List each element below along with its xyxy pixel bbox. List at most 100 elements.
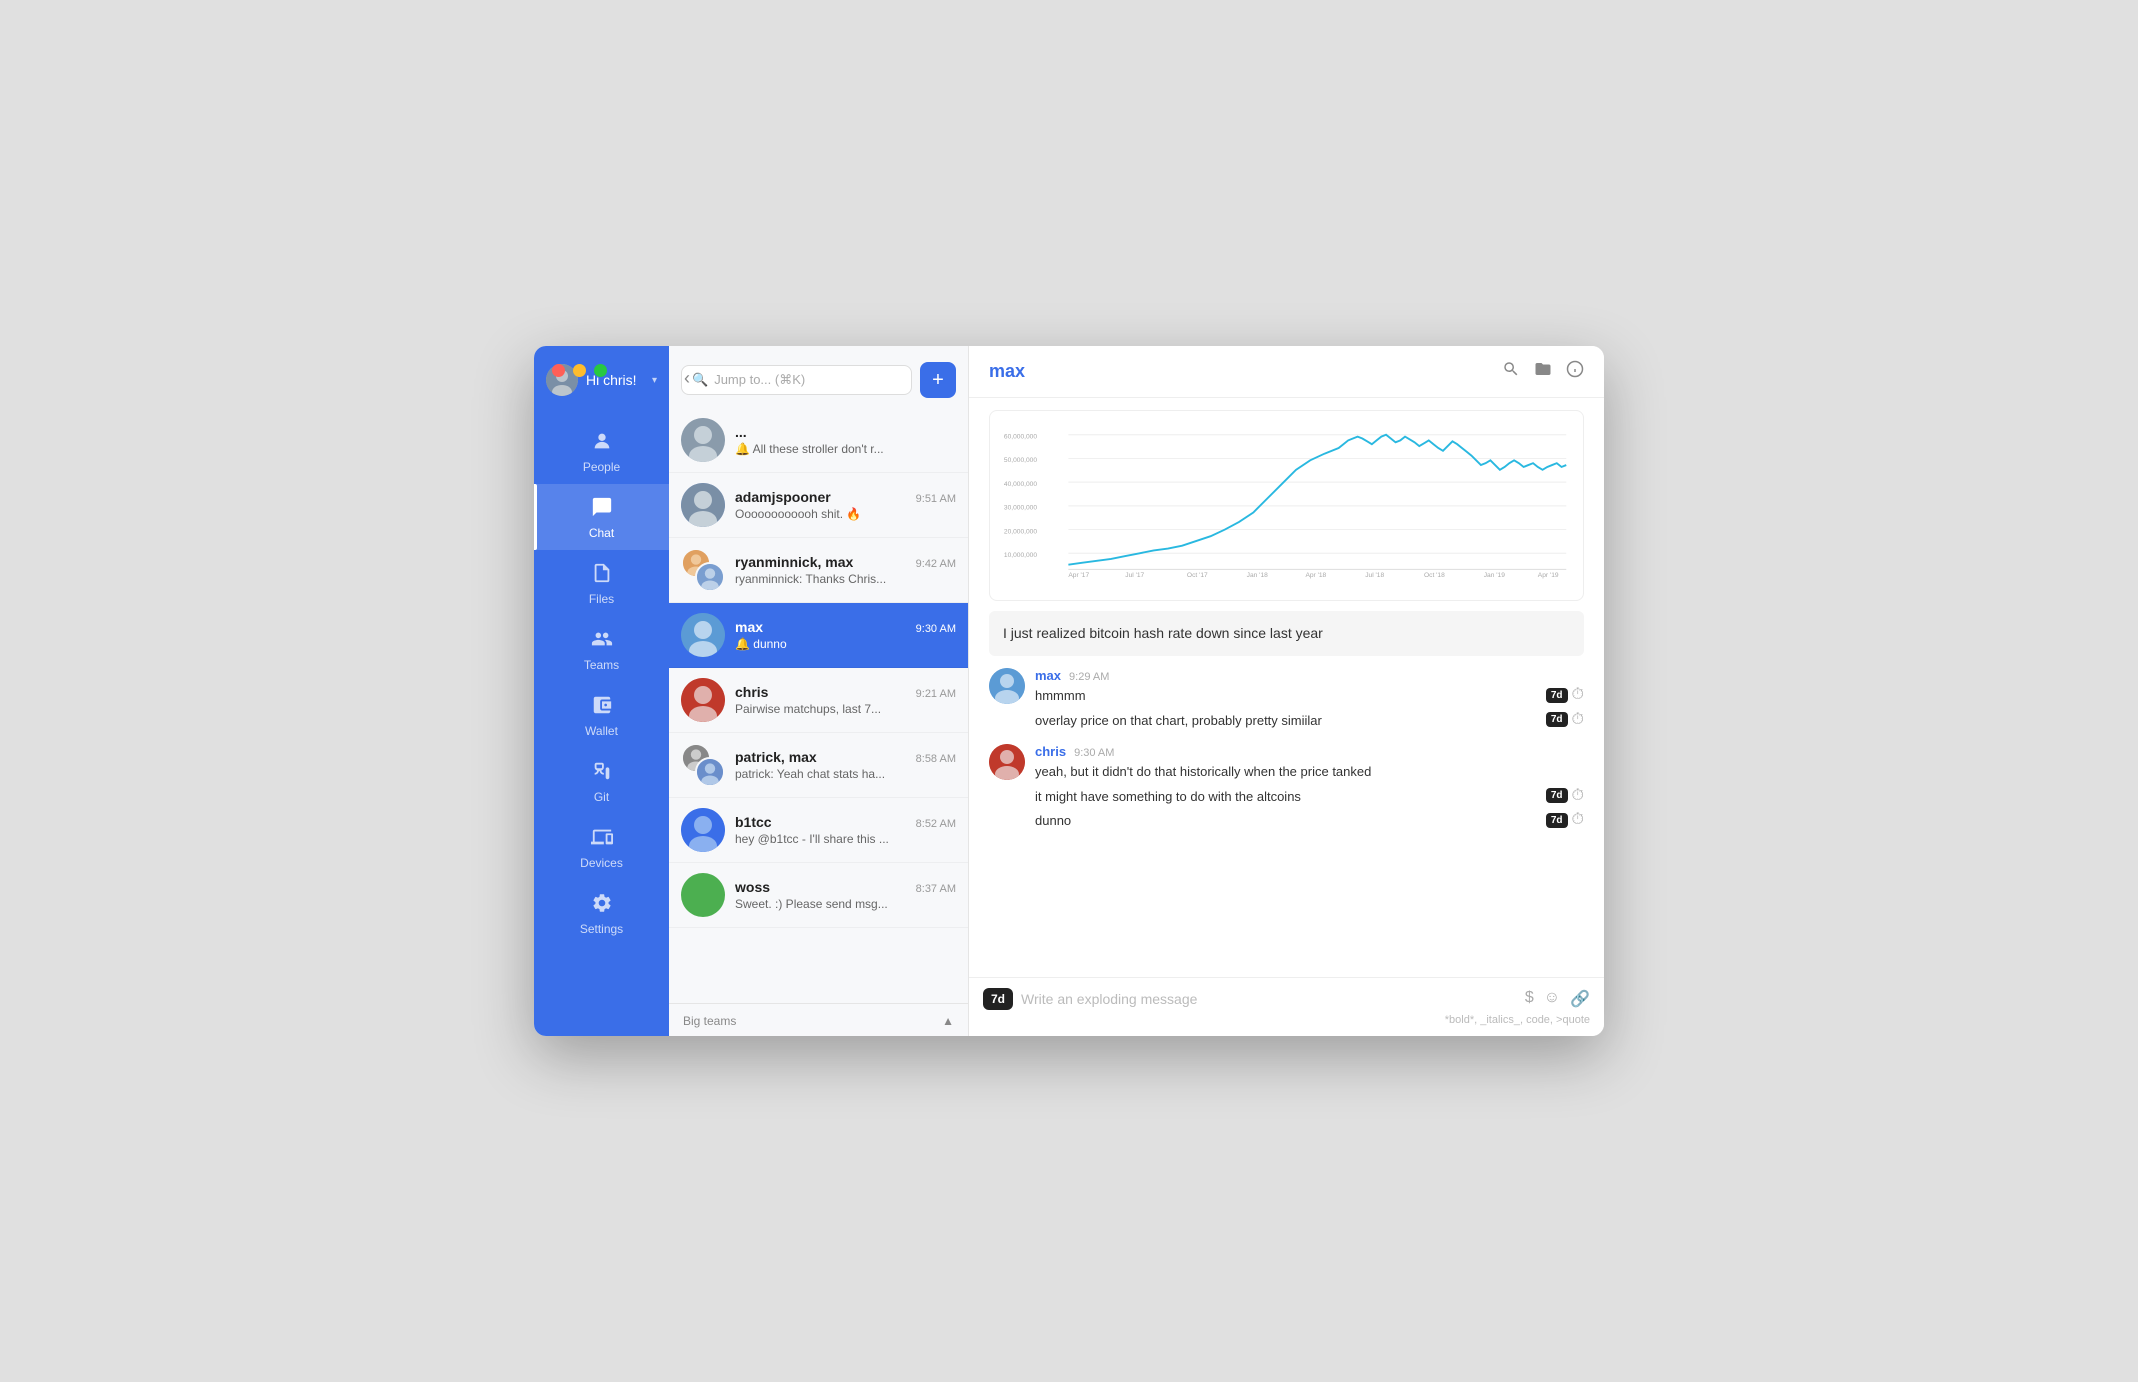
chat-time: 9:51 AM (916, 493, 956, 505)
chat-name: woss (735, 879, 770, 895)
chat-name: adamjspooner (735, 489, 831, 505)
svg-text:Jan '18: Jan '18 (1247, 572, 1268, 579)
search-icon[interactable] (1502, 360, 1520, 383)
big-teams-section[interactable]: Big teams ▲ (669, 1003, 968, 1036)
chat-avatar (681, 808, 725, 852)
chat-item-b1tcc[interactable]: b1tcc 8:52 AM hey @b1tcc - I'll share th… (669, 798, 968, 863)
msg-time: 9:30 AM (1074, 747, 1114, 759)
sidebar-item-files[interactable]: Files (534, 550, 669, 616)
chat-info: adamjspooner 9:51 AM Oooooooooooh shit. … (735, 489, 956, 521)
chat-info: b1tcc 8:52 AM hey @b1tcc - I'll share th… (735, 814, 956, 846)
msg-line: overlay price on that chart, probably pr… (1035, 708, 1584, 733)
msg-text: overlay price on that chart, probably pr… (1035, 711, 1322, 731)
chat-preview: hey @b1tcc - I'll share this ... (735, 832, 956, 846)
sidebar-item-teams[interactable]: Teams (534, 616, 669, 682)
sidebar-item-wallet[interactable]: Wallet (534, 682, 669, 748)
git-icon (591, 760, 613, 786)
msg-text: dunno (1035, 811, 1071, 831)
chat-item-adamjspooner[interactable]: adamjspooner 9:51 AM Oooooooooooh shit. … (669, 473, 968, 538)
chat-title: max (989, 361, 1025, 382)
timer-icon: ⏱ (1572, 811, 1584, 829)
chat-name: patrick, max (735, 749, 817, 765)
msg-line: it might have something to do with the a… (1035, 784, 1584, 809)
sidebar-item-settings[interactable]: Settings (534, 880, 669, 946)
msg-timer-badge: 7d (1546, 788, 1568, 803)
compose-icon: + (932, 370, 944, 390)
chat-name: b1tcc (735, 814, 772, 830)
msg-timer-badge: 7d (1546, 813, 1568, 828)
devices-icon (591, 826, 613, 852)
msg-timer-badge: 7d (1546, 688, 1568, 703)
chat-time: 9:42 AM (916, 558, 956, 570)
nav-items: People Chat Files (534, 410, 669, 1036)
settings-icon (591, 892, 613, 918)
msg-text: hmmmm (1035, 686, 1086, 706)
chat-list: ... 🔔 All these stroller don't r... adam… (669, 408, 968, 1003)
msg-content-chris: chris 9:30 AM yeah, but it didn't do tha… (1035, 744, 1584, 833)
timer-icon: ⏱ (1572, 787, 1584, 805)
chat-preview: 🔔 dunno (735, 637, 956, 651)
chat-name: chris (735, 684, 768, 700)
msg-actions: 7d ⏱ (1546, 787, 1584, 805)
svg-text:60,000,000: 60,000,000 (1004, 434, 1037, 441)
maximize-button[interactable] (594, 364, 607, 377)
message-input-area: 7d $ ☺ 🔗 *bold*, _italics_, code, >quote (969, 977, 1604, 1036)
back-button[interactable]: ‹ (684, 368, 690, 389)
msg-content-max: max 9:29 AM hmmmm 7d ⏱ overlay price on … (1035, 668, 1584, 732)
dollar-icon[interactable]: $ (1525, 989, 1534, 1009)
msg-timer-badge: 7d (1546, 712, 1568, 727)
chat-item-stroller[interactable]: ... 🔔 All these stroller don't r... (669, 408, 968, 473)
chat-item-chris[interactable]: chris 9:21 AM Pairwise matchups, last 7.… (669, 668, 968, 733)
chat-name: ... (735, 424, 747, 440)
chat-time: 8:58 AM (916, 753, 956, 765)
svg-text:50,000,000: 50,000,000 (1004, 457, 1037, 464)
chat-info: ryanminnick, max 9:42 AM ryanminnick: Th… (735, 554, 956, 586)
message-input[interactable] (1021, 991, 1517, 1007)
close-button[interactable] (552, 364, 565, 377)
chat-info: patrick, max 8:58 AM patrick: Yeah chat … (735, 749, 956, 781)
sidebar-item-people[interactable]: People (534, 418, 669, 484)
sidebar-user-header[interactable]: Hi chris! ▾ (534, 346, 669, 410)
svg-text:Jul '17: Jul '17 (1125, 572, 1144, 579)
chat-item-woss[interactable]: woss 8:37 AM Sweet. :) Please send msg..… (669, 863, 968, 928)
msg-time: 9:29 AM (1069, 671, 1109, 683)
chat-preview: Pairwise matchups, last 7... (735, 702, 956, 716)
message-row-max: max 9:29 AM hmmmm 7d ⏱ overlay price on … (989, 668, 1584, 732)
chat-item-ryanminnick-max[interactable]: ryanminnick, max 9:42 AM ryanminnick: Th… (669, 538, 968, 603)
sidebar-item-label-files: Files (589, 592, 614, 606)
sidebar-item-git[interactable]: Git (534, 748, 669, 814)
format-hint: *bold*, _italics_, code, >quote (983, 1010, 1590, 1026)
svg-text:Apr '18: Apr '18 (1305, 572, 1326, 579)
chat-info: max 9:30 AM 🔔 dunno (735, 619, 956, 651)
teams-icon (591, 628, 613, 654)
msg-actions: 7d ⏱ (1546, 686, 1584, 704)
bitcoin-chart: 60,000,000 50,000,000 40,000,000 30,000,… (989, 410, 1584, 601)
group-avatar (681, 548, 725, 592)
sidebar-item-label-chat: Chat (589, 526, 614, 540)
msg-line: hmmmm 7d ⏱ (1035, 683, 1584, 708)
emoji-icon[interactable]: ☺ (1544, 989, 1560, 1009)
link-icon[interactable]: 🔗 (1570, 989, 1590, 1009)
svg-text:10,000,000: 10,000,000 (1004, 552, 1037, 559)
sidebar-item-chat[interactable]: Chat (534, 484, 669, 550)
chat-avatar (681, 678, 725, 722)
exploding-timer-badge[interactable]: 7d (983, 988, 1013, 1010)
chat-avatar (681, 873, 725, 917)
minimize-button[interactable] (573, 364, 586, 377)
chat-icon (591, 496, 613, 522)
info-icon[interactable] (1566, 360, 1584, 383)
chat-item-patrick-max[interactable]: patrick, max 8:58 AM patrick: Yeah chat … (669, 733, 968, 798)
search-header: 🔍 Jump to... (⌘K) + (669, 346, 968, 408)
svg-text:Oct '17: Oct '17 (1187, 572, 1208, 579)
folder-icon[interactable] (1534, 360, 1552, 383)
files-icon (591, 562, 613, 588)
msg-text: it might have something to do with the a… (1035, 787, 1301, 807)
svg-text:40,000,000: 40,000,000 (1004, 481, 1037, 488)
chat-time: 8:37 AM (916, 883, 956, 895)
search-box[interactable]: 🔍 Jump to... (⌘K) (681, 365, 912, 395)
compose-button[interactable]: + (920, 362, 956, 398)
search-placeholder: Jump to... (⌘K) (714, 372, 805, 388)
chat-preview: patrick: Yeah chat stats ha... (735, 767, 956, 781)
chat-item-max[interactable]: max 9:30 AM 🔔 dunno (669, 603, 968, 668)
sidebar-item-devices[interactable]: Devices (534, 814, 669, 880)
